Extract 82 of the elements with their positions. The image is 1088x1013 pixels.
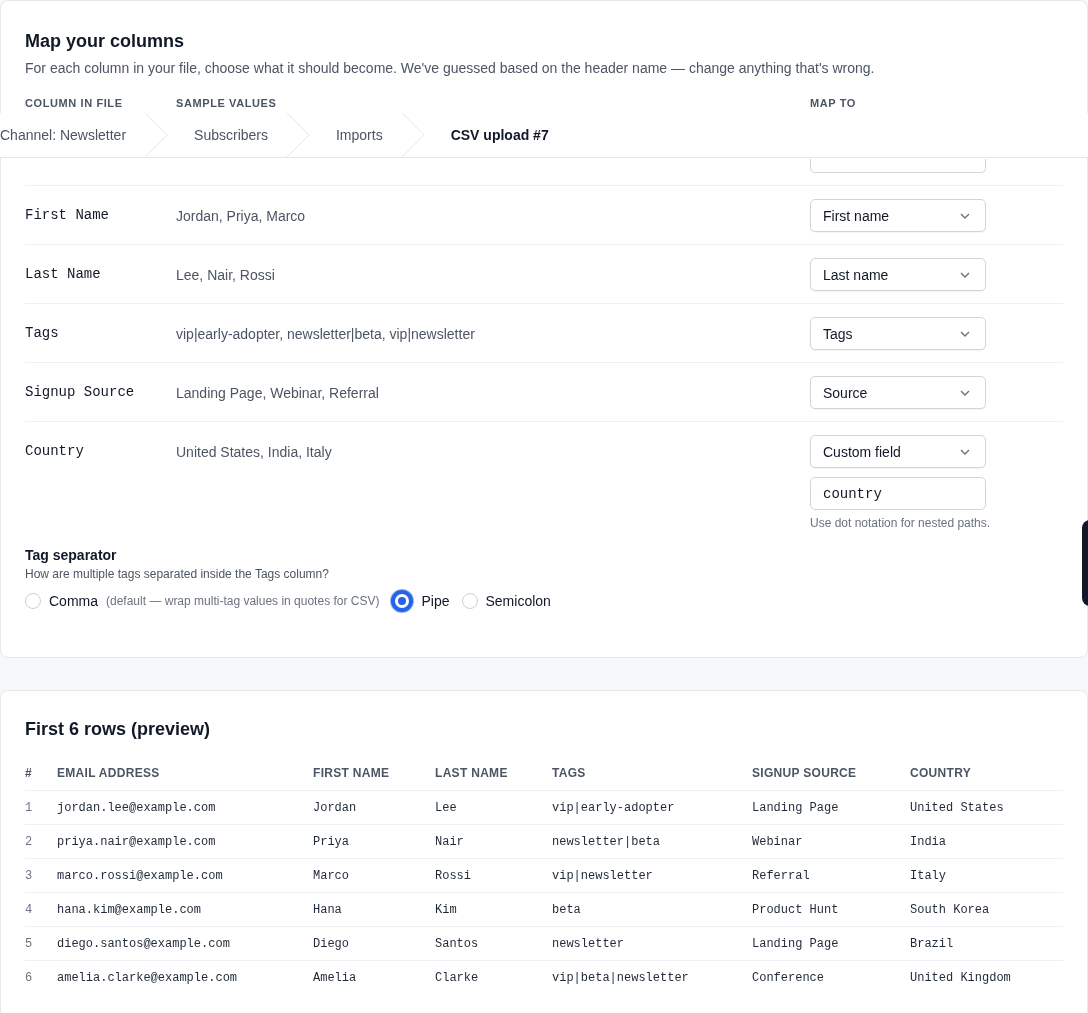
column-header: MAP TO [810, 97, 857, 111]
table-header: # [25, 766, 32, 780]
table-cell: Santos [435, 936, 479, 951]
breadcrumb-link[interactable]: CSV upload #7 [444, 127, 555, 143]
section-description: For each column in your file, choose what it should become. We've guessed based on the header name — change anything that's wrong. [25, 60, 875, 76]
column-name: Tags [25, 324, 59, 341]
table-cell: 2 [25, 834, 33, 849]
table-cell: Marco [313, 868, 349, 883]
table-cell: Rossi [435, 868, 471, 883]
table-header: COUNTRY [910, 766, 971, 780]
table-cell: Nair [435, 834, 464, 849]
table-cell: Jordan [313, 800, 357, 815]
table-cell: United States [910, 800, 1004, 815]
table-header: TAGS [552, 766, 586, 780]
table-cell: vip|beta|newsletter [552, 970, 689, 985]
column-name: Signup Source [25, 383, 135, 400]
table-cell: jordan.lee@example.com [57, 800, 216, 815]
map-to-select[interactable]: Last name [810, 258, 986, 291]
table-cell: Landing Page [752, 800, 839, 815]
custom-field-input[interactable]: country [810, 477, 986, 510]
radio-option[interactable]: Comma [25, 593, 98, 609]
table-cell: India [910, 834, 946, 849]
sample-values: Landing Page, Webinar, Referral [176, 384, 379, 401]
table-cell: Kim [435, 902, 457, 917]
table-cell: priya.nair@example.com [57, 834, 216, 849]
table-cell: Webinar [752, 834, 803, 849]
column-name: First Name [25, 206, 109, 223]
sample-values: United States, India, Italy [176, 443, 332, 460]
table-cell: Conference [752, 970, 824, 985]
table-cell: Landing Page [752, 936, 839, 951]
table-cell: Clarke [435, 970, 479, 985]
map-to-select[interactable]: Custom field [810, 435, 986, 468]
sample-values: Lee, Nair, Rossi [176, 266, 275, 283]
table-cell: Product Hunt [752, 902, 839, 917]
column-name: Country [25, 442, 84, 459]
table-cell: South Korea [910, 902, 990, 917]
table-cell: 3 [25, 868, 33, 883]
table-cell: beta [552, 902, 581, 917]
table-cell: vip|newsletter [552, 868, 653, 883]
table-header: SIGNUP SOURCE [752, 766, 857, 780]
column-header: COLUMN IN FILE [25, 97, 124, 111]
table-cell: 4 [25, 902, 33, 917]
table-cell: 6 [25, 970, 33, 985]
table-cell: Italy [910, 868, 946, 883]
table-cell: Lee [435, 800, 457, 815]
column-name: Last Name [25, 265, 101, 282]
table-cell: Brazil [910, 936, 954, 951]
map-to-select[interactable]: Tags [810, 317, 986, 350]
table-cell: amelia.clarke@example.com [57, 970, 238, 985]
option-note: (default — wrap multi-tag values in quotes for CSV) [106, 594, 380, 608]
table-cell: Referral [752, 868, 810, 883]
breadcrumb-link[interactable]: Channel: Newsletter [0, 127, 133, 143]
breadcrumb-link[interactable]: Imports [330, 127, 389, 143]
table-cell: newsletter [552, 936, 624, 951]
map-to-select[interactable]: Source [810, 376, 986, 409]
table-cell: United Kingdom [910, 970, 1011, 985]
separator-description: How are multiple tags separated inside the Tags column? [25, 567, 329, 581]
table-cell: 5 [25, 936, 33, 951]
table-cell: 1 [25, 800, 33, 815]
hint-text: Use dot notation for nested paths. [810, 516, 991, 530]
table-cell: marco.rossi@example.com [57, 868, 223, 883]
column-header: SAMPLE VALUES [176, 97, 278, 111]
table-cell: Diego [313, 936, 349, 951]
sample-values: vip|early-adopter, newsletter|beta, vip|newsletter [176, 325, 475, 342]
separator-title: Tag separator [25, 547, 117, 563]
table-header: EMAIL ADDRESS [57, 766, 160, 780]
table-cell: newsletter|beta [552, 834, 661, 849]
table-cell: Priya [313, 834, 349, 849]
table-cell: vip|early-adopter [552, 800, 675, 815]
radio-option[interactable]: Semicolon [461, 593, 551, 609]
map-to-select[interactable]: First name [810, 199, 986, 232]
radio-option[interactable]: Pipe [391, 590, 450, 612]
sample-values: Jordan, Priya, Marco [176, 207, 306, 224]
table-header: FIRST NAME [313, 766, 390, 780]
table-cell: hana.kim@example.com [57, 902, 202, 917]
breadcrumb-link[interactable]: Subscribers [188, 127, 274, 143]
table-cell: Hana [313, 902, 342, 917]
section-title: First 6 rows (preview) [25, 719, 211, 740]
table-cell: Amelia [313, 970, 357, 985]
section-title: Map your columns [25, 31, 185, 52]
table-cell: diego.santos@example.com [57, 936, 230, 951]
table-header: LAST NAME [435, 766, 508, 780]
